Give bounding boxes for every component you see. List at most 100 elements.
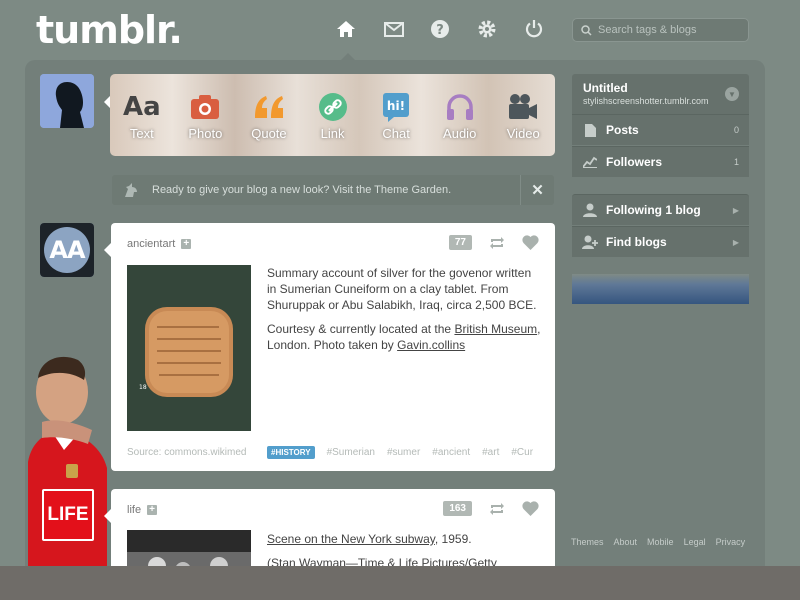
life-logo-text: LIFE bbox=[47, 504, 89, 525]
footer-link-privacy[interactable]: Privacy bbox=[716, 537, 746, 547]
sidebar-item-posts[interactable]: Posts 0 bbox=[572, 114, 749, 145]
post-paragraph: Summary account of silver for the goveno… bbox=[267, 266, 537, 312]
post-chat-button[interactable]: hi! Chat bbox=[364, 74, 428, 156]
settings-gear-icon[interactable] bbox=[475, 17, 499, 41]
sidebar-item-label: Posts bbox=[606, 123, 639, 137]
post-photo-button[interactable]: Photo bbox=[174, 74, 238, 156]
blog-title: Untitled bbox=[583, 81, 628, 95]
search-input[interactable] bbox=[598, 24, 748, 36]
life-avatar[interactable]: LIFE bbox=[42, 489, 94, 541]
post-quote-label: Quote bbox=[251, 125, 287, 141]
photographer-link[interactable]: Gavin.collins bbox=[397, 338, 465, 352]
blog-url: stylishscreenshotter.tumblr.com bbox=[583, 96, 709, 106]
post-text-button[interactable]: Aa Text bbox=[110, 74, 174, 156]
link-icon bbox=[318, 92, 347, 121]
chevron-right-icon: ▶ bbox=[732, 237, 739, 247]
subway-scene-link[interactable]: Scene on the New York subway bbox=[267, 532, 435, 546]
clay-tablet-photo[interactable]: 18 bbox=[127, 265, 251, 431]
theme-garden-link[interactable]: Ready to give your blog a new look? Visi… bbox=[152, 184, 451, 196]
my-avatar[interactable] bbox=[40, 74, 94, 128]
chat-icon: hi! bbox=[383, 92, 410, 122]
followers-count: 1 bbox=[733, 157, 739, 167]
post-blog-name[interactable]: ancientart bbox=[127, 238, 175, 250]
post-tag[interactable]: #ancient bbox=[432, 447, 470, 458]
post-chat-label: Chat bbox=[382, 125, 410, 141]
post-tag[interactable]: #Sumerian bbox=[327, 447, 375, 458]
video-camera-icon bbox=[509, 93, 538, 119]
post-type-bar: Aa Text Photo Quote Link hi! Chat Audio … bbox=[110, 74, 555, 156]
post-tag[interactable]: #Cur bbox=[511, 447, 533, 458]
post-caption: Scene on the New York subway, 1959. bbox=[267, 531, 543, 547]
footer-link-legal[interactable]: Legal bbox=[684, 537, 706, 547]
like-heart-icon[interactable] bbox=[522, 235, 539, 250]
post-caret bbox=[104, 509, 111, 523]
sidebar-item-label: Followers bbox=[606, 155, 663, 169]
sidebar-item-following[interactable]: Following 1 blog ▶ bbox=[572, 194, 749, 225]
post-text-label: Text bbox=[129, 125, 154, 141]
add-person-icon bbox=[582, 235, 598, 249]
post-photo-label: Photo bbox=[188, 125, 223, 141]
person-icon bbox=[583, 203, 597, 217]
sidebar-banner-image[interactable] bbox=[572, 274, 749, 304]
tumblr-logo[interactable]: tumblr. bbox=[36, 8, 183, 52]
home-icon[interactable] bbox=[334, 17, 358, 41]
bottom-overlay-band bbox=[0, 566, 800, 600]
post-audio-label: Audio bbox=[443, 125, 477, 141]
post-video-label: Video bbox=[506, 125, 540, 141]
ancientart-avatar-initials: AA bbox=[49, 236, 85, 264]
footer-link-mobile[interactable]: Mobile bbox=[647, 537, 674, 547]
like-heart-icon[interactable] bbox=[522, 501, 539, 516]
credit-prefix: Courtesy & currently located at the bbox=[267, 322, 455, 336]
headphones-icon bbox=[446, 93, 473, 120]
messages-icon[interactable] bbox=[382, 17, 406, 41]
follow-plus-button[interactable]: + bbox=[147, 505, 158, 515]
search-icon bbox=[581, 24, 592, 36]
post-card: ancientart + 77 18 Summary account of si… bbox=[111, 223, 555, 471]
svg-text:18: 18 bbox=[139, 384, 147, 391]
post-quote-button[interactable]: Quote bbox=[237, 74, 301, 156]
reblog-icon[interactable] bbox=[488, 502, 506, 516]
post-footer: Source: commons.wikimed #HISTORY #Sumeri… bbox=[127, 446, 555, 459]
post-source-link[interactable]: Source: commons.wikimed bbox=[127, 447, 257, 458]
reblog-icon[interactable] bbox=[488, 236, 506, 250]
blog-switcher[interactable]: Untitled stylishscreenshotter.tumblr.com… bbox=[572, 74, 749, 114]
posts-icon bbox=[584, 123, 596, 137]
notes-count[interactable]: 77 bbox=[448, 235, 472, 250]
sidebar-item-followers[interactable]: Followers 1 bbox=[572, 146, 749, 177]
text-icon: Aa bbox=[122, 91, 161, 122]
posts-count: 0 bbox=[733, 125, 739, 135]
post-video-button[interactable]: Video bbox=[491, 74, 555, 156]
svg-text:hi!: hi! bbox=[387, 99, 405, 113]
notes-count[interactable]: 163 bbox=[443, 501, 472, 516]
close-notice-button[interactable]: ✕ bbox=[520, 175, 554, 205]
footer-link-themes[interactable]: Themes bbox=[571, 537, 604, 547]
post-link-button[interactable]: Link bbox=[301, 74, 365, 156]
quote-icon bbox=[254, 95, 283, 118]
sidebar-item-find-blogs[interactable]: Find blogs ▶ bbox=[572, 226, 749, 257]
post-blog-name[interactable]: life bbox=[127, 504, 141, 516]
featured-tag[interactable]: #HISTORY bbox=[267, 446, 315, 459]
british-museum-link[interactable]: British Museum bbox=[454, 322, 537, 336]
unicorn-icon bbox=[125, 183, 137, 197]
footer-links: Themes About Mobile Legal Privacy bbox=[571, 537, 745, 547]
help-icon[interactable]: ? bbox=[428, 17, 452, 41]
post-caret bbox=[104, 243, 111, 257]
post-audio-button[interactable]: Audio bbox=[428, 74, 492, 156]
sidebar-item-label: Find blogs bbox=[606, 235, 667, 249]
followers-icon bbox=[583, 156, 597, 168]
search-box[interactable] bbox=[572, 18, 749, 42]
post-tag[interactable]: #sumer bbox=[387, 447, 420, 458]
post-tag[interactable]: #art bbox=[482, 447, 499, 458]
post-body: Summary account of silver for the goveno… bbox=[267, 265, 543, 361]
power-logout-icon[interactable] bbox=[522, 17, 546, 41]
svg-text:?: ? bbox=[436, 23, 444, 38]
post-paragraph-credit: Courtesy & currently located at the Brit… bbox=[267, 321, 543, 353]
chevron-down-icon[interactable]: ▼ bbox=[725, 87, 739, 101]
footer-link-about[interactable]: About bbox=[614, 537, 638, 547]
theme-garden-notice: Ready to give your blog a new look? Visi… bbox=[112, 175, 554, 205]
caption-year: , 1959. bbox=[434, 532, 472, 546]
camera-icon bbox=[191, 94, 220, 119]
follow-plus-button[interactable]: + bbox=[181, 239, 192, 249]
ancientart-avatar[interactable]: AA bbox=[40, 223, 94, 277]
post-link-label: Link bbox=[320, 125, 345, 141]
